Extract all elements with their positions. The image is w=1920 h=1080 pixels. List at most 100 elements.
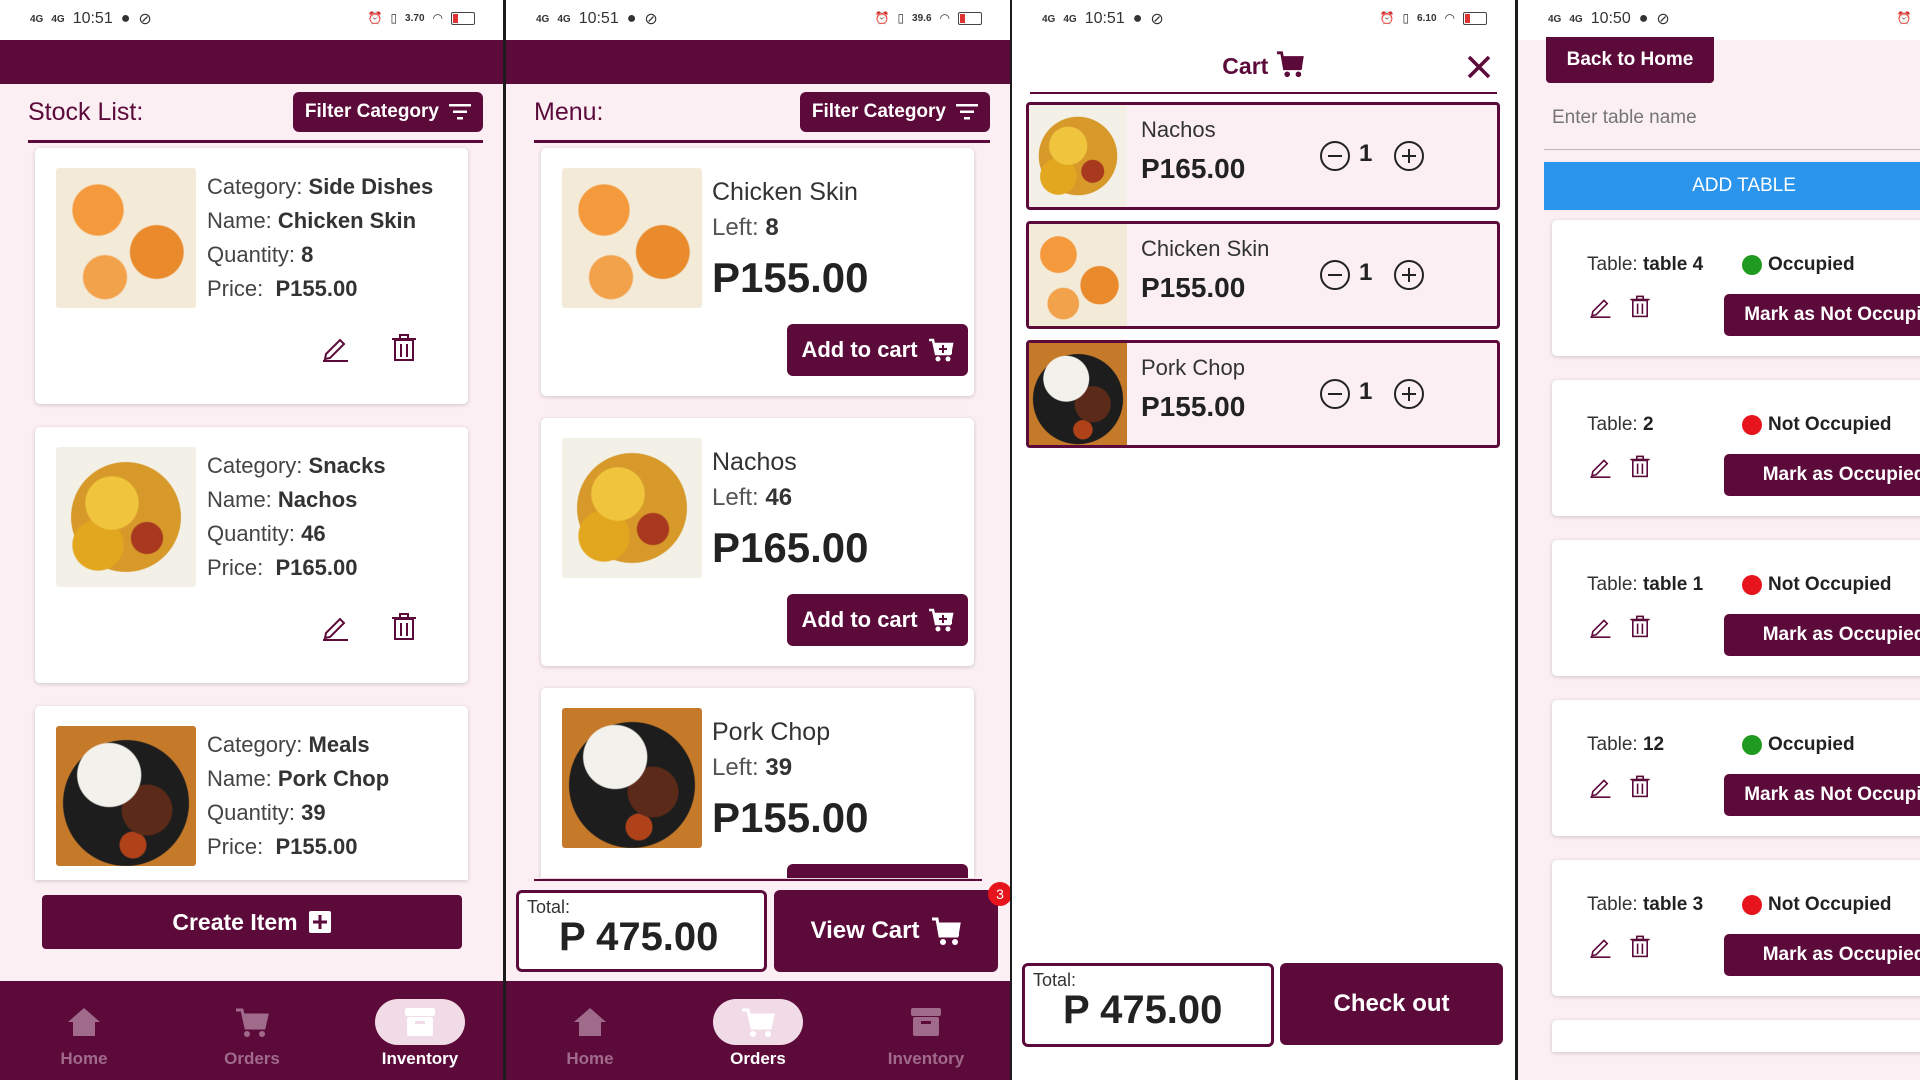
nav-home-label: Home bbox=[566, 1049, 614, 1068]
create-item-button[interactable]: Create Item bbox=[42, 895, 462, 949]
nav-home-label: Home bbox=[60, 1049, 108, 1068]
increment-icon[interactable] bbox=[1393, 259, 1425, 291]
category-label: Category: bbox=[207, 174, 303, 199]
table-status: Not Occupied bbox=[1768, 574, 1892, 595]
create-item-label: Create Item bbox=[172, 908, 298, 935]
nav-orders[interactable]: Orders bbox=[674, 981, 842, 1080]
item-price: P165.00 bbox=[712, 524, 869, 571]
filter-category-button[interactable]: Filter Category bbox=[292, 92, 483, 132]
checkout-button[interactable]: Check out bbox=[1280, 963, 1503, 1045]
nav-home[interactable]: Home bbox=[506, 981, 674, 1080]
total-value: P 475.00 bbox=[1063, 988, 1223, 1032]
table-status: Not Occupied bbox=[1768, 894, 1892, 915]
status-bar: 4G 4G 10:51 ● ⊘ ⏰ ▯ 6.10 ◠ bbox=[1012, 0, 1515, 40]
quantity-label: Quantity: bbox=[207, 242, 296, 267]
total-value: P 475.00 bbox=[559, 915, 719, 959]
add-to-cart-button[interactable]: Add to cart bbox=[787, 324, 968, 376]
wifi-icon: ◠ bbox=[432, 11, 443, 25]
nav-inventory[interactable]: Inventory bbox=[842, 981, 1010, 1080]
edit-icon[interactable] bbox=[1588, 614, 1612, 638]
edit-icon[interactable] bbox=[1588, 454, 1612, 478]
cart-item-qty: 1 bbox=[1359, 140, 1373, 167]
increment-icon[interactable] bbox=[1393, 378, 1425, 410]
table-name-field[interactable] bbox=[1544, 85, 1920, 151]
chat-icon: ● bbox=[1638, 10, 1649, 27]
table-name: 2 bbox=[1642, 414, 1654, 435]
vibrate-icon: ▯ bbox=[390, 11, 398, 25]
stock-list-screen: 4G 4G 10:51 ● ⊘ ⏰ ▯ 3.70 ◠ Stock List: F… bbox=[0, 0, 503, 1080]
decrement-icon[interactable] bbox=[1319, 378, 1351, 410]
add-to-cart-button[interactable] bbox=[787, 864, 968, 878]
menu-card: Pork Chop Left: 39 P155.00 bbox=[541, 688, 974, 878]
signal-icon: 4G bbox=[1569, 13, 1583, 25]
cart-item-price: P165.00 bbox=[1141, 153, 1246, 184]
toggle-occupancy-button[interactable]: Mark as Not Occupied bbox=[1724, 294, 1920, 336]
back-to-home-button[interactable]: Back to Home bbox=[1546, 37, 1714, 83]
alarm-icon: ⏰ bbox=[367, 11, 383, 25]
cart-title-label: Cart bbox=[1222, 53, 1269, 79]
price-value: P165.00 bbox=[275, 555, 358, 580]
table-card: Table: table 3 Not Occupied Mark as Occu… bbox=[1552, 860, 1920, 996]
nav-orders[interactable]: Orders bbox=[168, 981, 336, 1080]
delete-icon[interactable] bbox=[1628, 934, 1652, 958]
delete-icon[interactable] bbox=[1628, 774, 1652, 798]
toggle-occupancy-button[interactable]: Mark as Not Occupied bbox=[1724, 774, 1920, 816]
edit-icon[interactable] bbox=[320, 332, 350, 362]
close-icon[interactable] bbox=[1466, 54, 1492, 80]
filter-icon bbox=[956, 104, 978, 120]
left-value: 46 bbox=[765, 484, 793, 511]
cart-icon bbox=[932, 917, 962, 945]
item-image bbox=[1029, 343, 1127, 445]
toggle-occupancy-button[interactable]: Mark as Occupied bbox=[1724, 454, 1920, 496]
edit-icon[interactable] bbox=[1588, 294, 1612, 318]
status-bar: 4G 4G 10:50 ● ⊘ ⏰ ▯ bbox=[1518, 0, 1920, 40]
toggle-occupancy-button[interactable]: Mark as Occupied bbox=[1724, 614, 1920, 656]
add-to-cart-label: Add to cart bbox=[801, 607, 918, 632]
decrement-icon[interactable] bbox=[1319, 140, 1351, 172]
cart-item-name: Chicken Skin bbox=[1141, 236, 1270, 261]
clock: 10:51 bbox=[578, 10, 619, 27]
item-image bbox=[1029, 105, 1127, 207]
delete-icon[interactable] bbox=[1628, 454, 1652, 478]
left-label: Left: bbox=[712, 484, 759, 511]
add-table-button[interactable]: ADD TABLE bbox=[1544, 162, 1920, 210]
cart-icon bbox=[207, 999, 297, 1045]
menu-screen: 4G 4G 10:51 ● ⊘ ⏰ ▯ 39.6 ◠ Menu: Filter … bbox=[506, 0, 1010, 1080]
delete-icon[interactable] bbox=[1628, 614, 1652, 638]
cart-item-price: P155.00 bbox=[1141, 272, 1246, 303]
item-info: Category: Side Dishes Name: Chicken Skin… bbox=[207, 170, 433, 306]
delete-icon[interactable] bbox=[389, 611, 419, 641]
item-name: Nachos bbox=[712, 448, 797, 476]
edit-icon[interactable] bbox=[1588, 774, 1612, 798]
toggle-occupancy-button[interactable]: Mark as Occupied bbox=[1724, 934, 1920, 976]
item-image bbox=[562, 708, 702, 848]
signal-icon: 4G bbox=[51, 13, 65, 25]
nav-home[interactable]: Home bbox=[0, 981, 168, 1080]
filter-category-button[interactable]: Filter Category bbox=[799, 92, 990, 132]
add-to-cart-button[interactable]: Add to cart bbox=[787, 594, 968, 646]
bottom-nav: Home Orders Inventory bbox=[0, 981, 503, 1080]
table-card: Table: table 4 Occupied Mark as Not Occu… bbox=[1552, 220, 1920, 356]
table-prefix: Table: bbox=[1587, 894, 1638, 915]
edit-icon[interactable] bbox=[1588, 934, 1612, 958]
decrement-icon[interactable] bbox=[1319, 259, 1351, 291]
item-info: Category: Meals Name: Pork Chop Quantity… bbox=[207, 728, 389, 864]
delete-icon[interactable] bbox=[1628, 294, 1652, 318]
view-cart-button[interactable]: View Cart bbox=[774, 890, 998, 972]
list-divider bbox=[534, 879, 982, 881]
item-info: Category: Snacks Name: Nachos Quantity: … bbox=[207, 449, 386, 585]
cart-icon bbox=[1276, 51, 1304, 78]
left-value: 39 bbox=[765, 754, 793, 781]
table-name-input[interactable] bbox=[1544, 85, 1920, 151]
add-cart-icon bbox=[928, 608, 954, 632]
nav-inventory[interactable]: Inventory bbox=[336, 981, 503, 1080]
tables-screen: 4G 4G 10:50 ● ⊘ ⏰ ▯ Back to Home ADD TAB… bbox=[1518, 0, 1920, 1080]
quantity-value: 46 bbox=[301, 521, 326, 546]
increment-icon[interactable] bbox=[1393, 140, 1425, 172]
quantity-value: 39 bbox=[301, 800, 326, 825]
delete-icon[interactable] bbox=[389, 332, 419, 362]
item-image bbox=[562, 168, 702, 308]
add-cart-icon bbox=[928, 338, 954, 362]
cart-item: Chicken Skin P155.00 1 bbox=[1026, 221, 1500, 329]
edit-icon[interactable] bbox=[320, 611, 350, 641]
